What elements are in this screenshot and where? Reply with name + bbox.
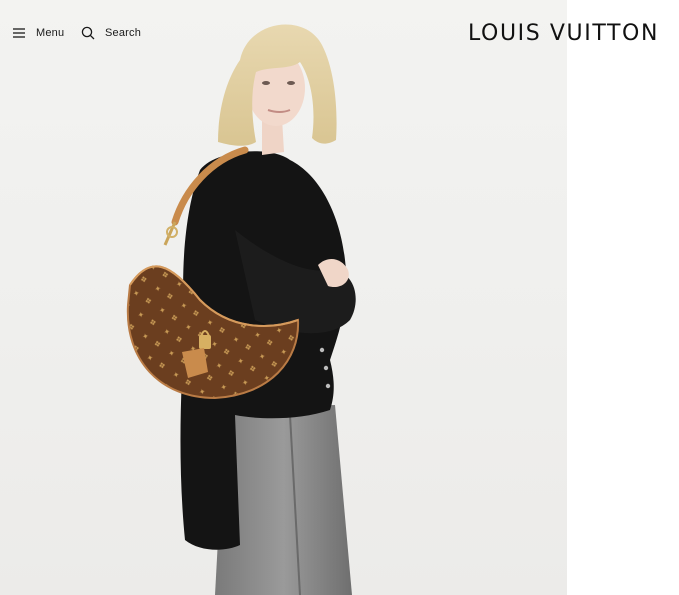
hamburger-menu-icon [13, 28, 25, 38]
search-icon [81, 26, 95, 40]
hero-image: ✦ ❖ [0, 0, 567, 595]
search-label: Search [105, 27, 142, 39]
hero-photo-illustration: ✦ ❖ [126, 24, 356, 595]
menu-button[interactable]: Menu [12, 26, 64, 40]
brand-logo[interactable]: LOUIS VUITTON [468, 21, 659, 46]
search-button[interactable]: Search [81, 26, 141, 40]
page-margin [567, 0, 679, 595]
site-header: Menu Search LOUIS VUITTON [0, 0, 679, 70]
menu-label: Menu [36, 27, 65, 39]
